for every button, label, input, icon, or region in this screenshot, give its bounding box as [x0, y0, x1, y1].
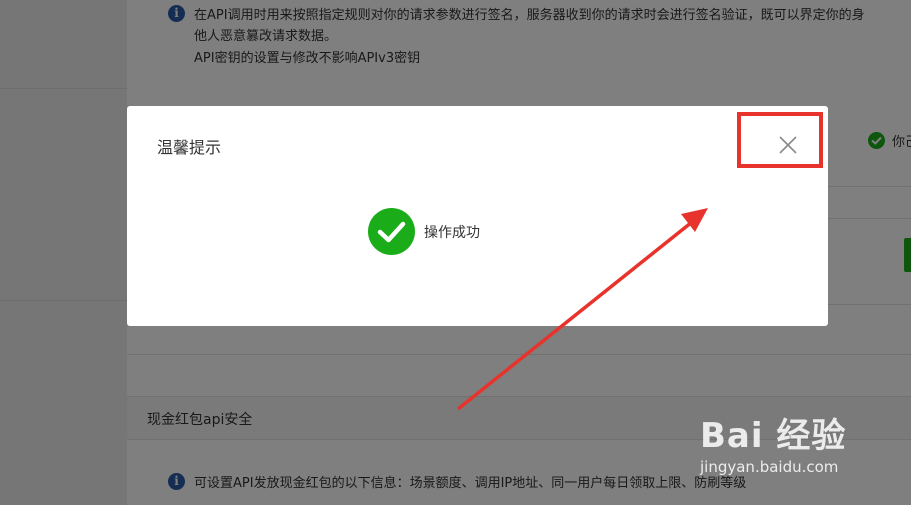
watermark-brand: Bai 经验 [700, 416, 847, 456]
watermark-url: jingyan.baidu.com [700, 458, 839, 476]
watermark-logo: Bai 经验 jingyan.baidu.com [700, 400, 880, 480]
